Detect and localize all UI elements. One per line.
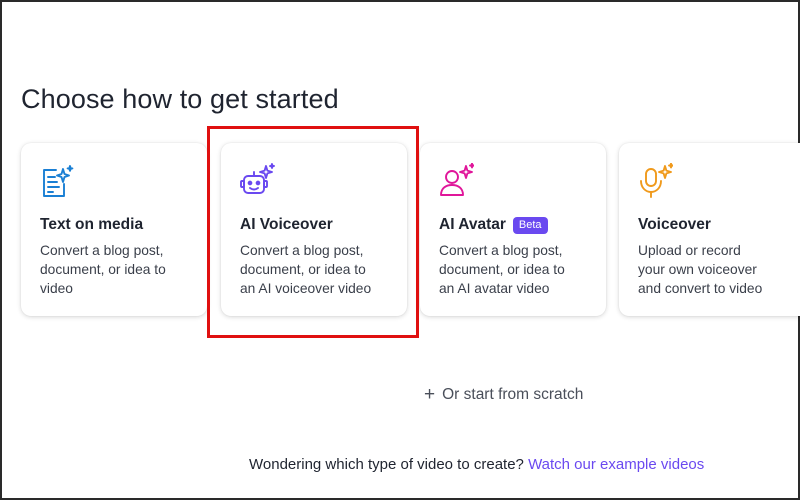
card-description: Convert a blog post, document, or idea t…: [240, 243, 372, 296]
card-title: Voiceover: [638, 216, 711, 234]
document-sparkle-icon: [39, 163, 75, 199]
card-title-text: Voiceover: [638, 216, 711, 233]
microphone-sparkle-icon: [637, 162, 674, 199]
card-text-on-media[interactable]: Text on media Convert a blog post, docum…: [21, 143, 207, 316]
beta-badge: Beta: [512, 216, 548, 234]
card-ai-voiceover[interactable]: AI Voiceover Convert a blog post, docume…: [221, 143, 407, 316]
footer-help: Wondering which type of video to create?…: [249, 456, 704, 473]
card-title-text: AI Voiceover: [240, 216, 333, 233]
card-title-text: AI Avatar: [439, 216, 506, 233]
person-sparkle-icon: [438, 162, 475, 199]
page-title: Choose how to get started: [21, 84, 339, 114]
start-from-scratch-button[interactable]: + Or start from scratch: [424, 385, 583, 404]
card-description: Upload or record your own voiceover and …: [638, 243, 763, 296]
card-title: AI Avatar Beta: [439, 216, 548, 234]
app-frame: Choose how to get started Text on media …: [0, 0, 800, 500]
robot-face-sparkle-icon: [239, 163, 275, 199]
start-from-scratch-label: Or start from scratch: [442, 385, 584, 403]
card-title-text: Text on media: [40, 216, 144, 233]
card-description: Convert a blog post, document, or idea t…: [40, 243, 166, 296]
card-description: Convert a blog post, document, or idea t…: [439, 243, 565, 296]
card-voiceover[interactable]: Voiceover Upload or record your own voic…: [619, 143, 800, 316]
card-ai-avatar[interactable]: AI Avatar Beta Convert a blog post, docu…: [420, 143, 606, 316]
example-videos-link[interactable]: Watch our example videos: [528, 456, 704, 473]
card-title: Text on media: [40, 216, 143, 234]
footer-question: Wondering which type of video to create?: [249, 456, 524, 473]
plus-icon: +: [424, 384, 436, 405]
card-title: AI Voiceover: [240, 216, 333, 234]
